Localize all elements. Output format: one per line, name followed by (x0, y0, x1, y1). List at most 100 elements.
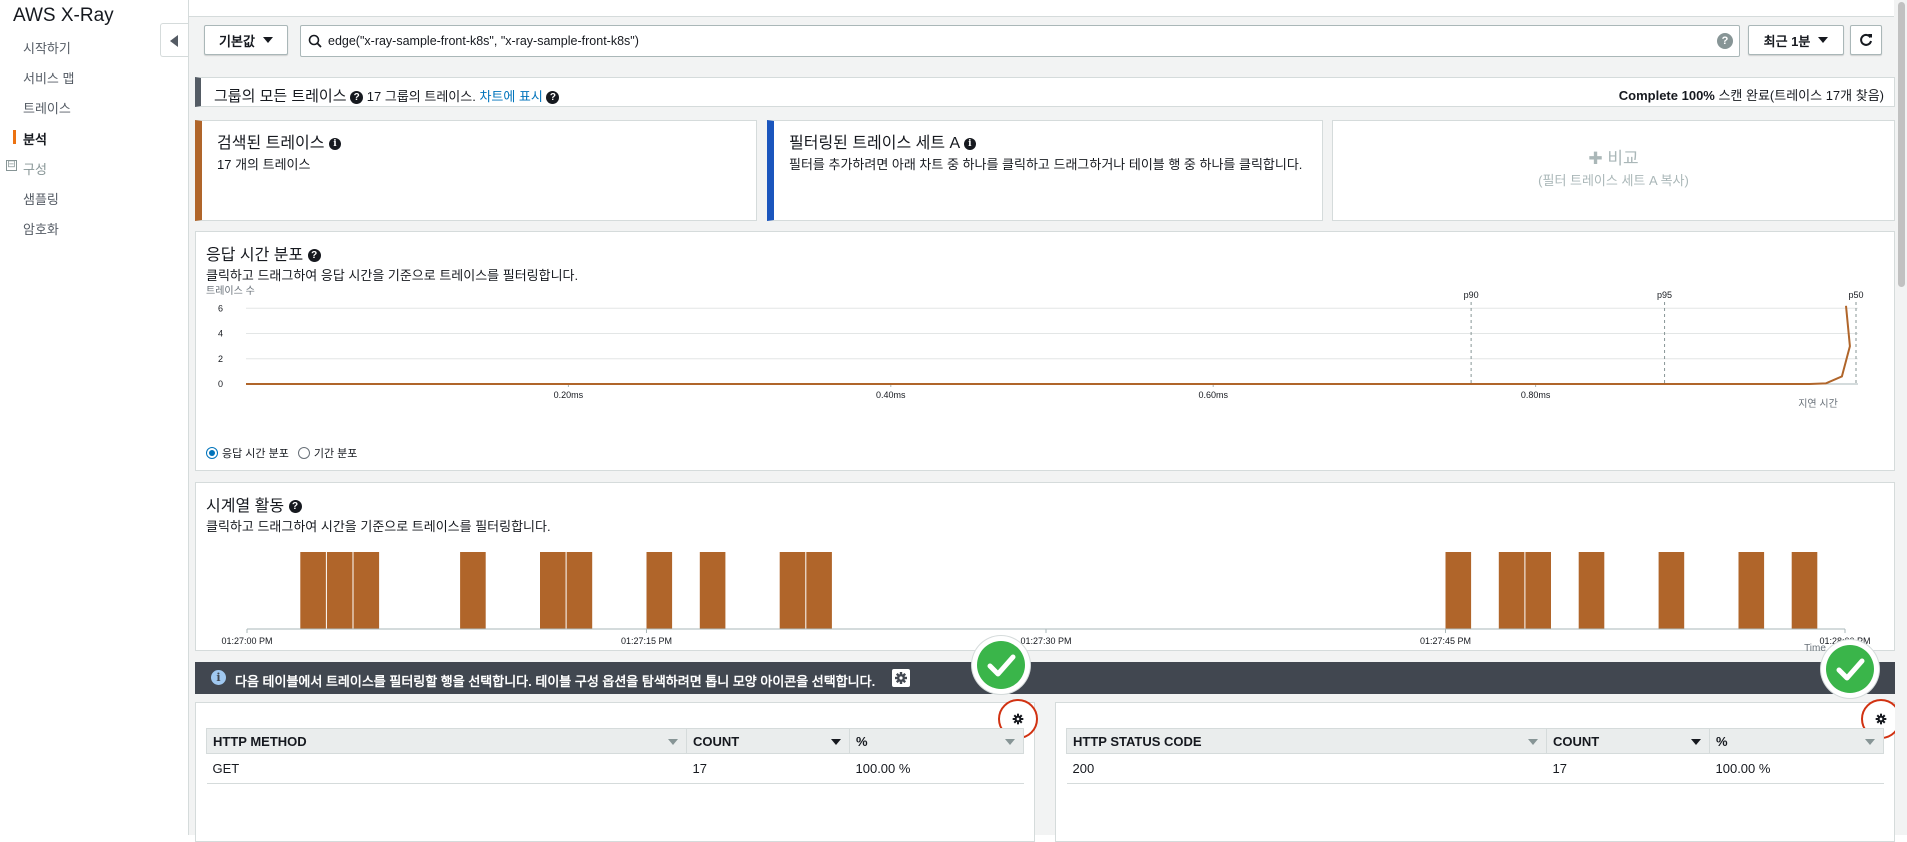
trace-group-status-bar: 그룹의 모든 트레이스 ? 17 그룹의 트레이스. 차트에 표시 ? Comp… (195, 77, 1895, 107)
y-tick-label: 0 (218, 379, 223, 389)
time-series-title: 시계열 활동 (206, 498, 285, 515)
activity-bar (1525, 552, 1551, 629)
group-select-label: 기본값 (219, 33, 255, 49)
column-header-label: COUNT (693, 733, 740, 749)
scrollbar-thumb[interactable] (1898, 2, 1905, 287)
filtered-traces-help: 필터를 추가하려면 아래 차트 중 하나를 클릭하고 드래그하거나 테이블 행 … (789, 157, 1303, 172)
percentile-marker-label: p95 (1657, 290, 1672, 300)
percentile-marker-label: p90 (1464, 290, 1479, 300)
cell-http-method: GET (206, 753, 687, 784)
sidebar-item-service-map[interactable]: 서비스 맵 (23, 68, 74, 87)
cell-percent: 100.00 % (1709, 753, 1884, 784)
check-icon (1821, 640, 1879, 698)
activity-bar (353, 552, 380, 629)
radio-response-time[interactable] (206, 447, 218, 459)
filtered-traces-card[interactable]: 필터링된 트레이스 세트 A i 필터를 추가하려면 아래 차트 중 하나를 클… (767, 120, 1323, 221)
column-header-http-method[interactable]: HTTP METHOD (206, 728, 687, 754)
time-series-activity-panel: 시계열 활동 ? 클릭하고 드래그하여 시간을 기준으로 트레이스를 필터링합니… (195, 482, 1895, 653)
cell-count: 17 (686, 753, 850, 784)
refresh-icon (1860, 33, 1872, 46)
help-icon[interactable]: ? (350, 91, 364, 105)
section-title: 시계열 활동 ? (206, 492, 302, 516)
sidebar-item-traces[interactable]: 트레이스 (23, 98, 71, 117)
series-line (246, 305, 1851, 385)
time-series-chart[interactable]: 01:27:00 PM 01:27:15 PM 01:27:30 PM 01:27:4… (196, 533, 1894, 653)
http-method-table: HTTP METHOD COUNT % GET 17 100.00 % (206, 728, 1024, 784)
cell-percent: 100.00 % (849, 753, 1024, 784)
help-icon[interactable]: ? (1717, 33, 1733, 49)
table-info-text: 다음 테이블에서 트레이스를 필터링할 행을 선택합니다. 테이블 구성 옵션을… (235, 674, 876, 689)
column-header-label: % (1716, 733, 1728, 749)
sort-icon (1005, 739, 1015, 745)
help-icon[interactable]: ? (307, 249, 321, 263)
scan-complete-detail: 스캔 완료(트레이스 17개 찾음) (1714, 88, 1884, 103)
page-scrollbar[interactable] (1895, 0, 1907, 835)
group-select-button[interactable]: 기본값 (204, 25, 288, 55)
y-tick-label: 6 (218, 303, 223, 313)
sidebar-item-analytics[interactable]: 분석 (23, 129, 47, 148)
sidebar-group-configuration[interactable]: 구성 (23, 159, 47, 178)
x-tick-label: 01:27:30 PM (1020, 636, 1071, 646)
activity-bar (1445, 552, 1472, 629)
radio-duration[interactable] (297, 447, 310, 459)
filter-expression-text: edge("x-ray-sample-front-k8s", "x-ray-sa… (328, 34, 639, 48)
activity-bar (1791, 552, 1818, 629)
activity-bar (1498, 552, 1525, 629)
y-tick-label: 4 (218, 329, 223, 339)
filter-expression-input[interactable]: edge("x-ray-sample-front-k8s", "x-ray-sa… (300, 25, 1740, 57)
response-time-chart[interactable]: 트레이스 수 0 2 4 6 0.20ms 0.40ms 0.60ms 0.80ms p90 p95… (196, 284, 1894, 454)
refresh-button[interactable] (1850, 25, 1882, 55)
column-header-percent[interactable]: % (1709, 728, 1884, 754)
help-icon[interactable]: ? (288, 500, 302, 514)
retrieved-traces-count: 17 개의 트레이스 (217, 157, 311, 172)
sidebar: AWS X-Ray 시작하기 서비스 맵 트레이스 분석 ⊟ 구성 샘플링 암호… (0, 0, 188, 835)
table-row[interactable]: GET 17 100.00 % (206, 753, 1024, 784)
activity-bar (699, 552, 726, 629)
x-tick-label: 01:27:15 PM (621, 636, 672, 646)
retrieved-traces-title: 검색된 트레이스 (217, 135, 325, 152)
x-tick-label: 01:27:00 PM (221, 636, 272, 646)
column-header-label: COUNT (1553, 733, 1600, 749)
table-row[interactable]: 200 17 100.00 % (1066, 753, 1884, 784)
info-icon[interactable]: i (328, 137, 341, 150)
gear-icon (1012, 713, 1024, 725)
y-tick-label: 2 (218, 354, 223, 364)
x-tick-label: 0.80ms (1521, 390, 1551, 400)
cell-count: 17 (1546, 753, 1710, 784)
collapse-group-icon[interactable]: ⊟ (6, 160, 17, 171)
column-header-http-status-code[interactable]: HTTP STATUS CODE (1066, 728, 1547, 754)
info-icon: i (211, 670, 226, 685)
gear-icon (1875, 713, 1887, 725)
collapse-sidebar-button[interactable] (160, 23, 188, 57)
show-on-chart-link[interactable]: 차트에 표시 (479, 89, 542, 104)
http-status-table-panel: HTTP STATUS CODE COUNT % 200 17 100.00 % (1055, 699, 1901, 842)
compare-sublabel: (필터 트레이스 세트 A 복사) (1538, 173, 1689, 188)
activity-bar (1738, 552, 1765, 629)
column-header-count[interactable]: COUNT (1546, 728, 1710, 754)
card-title: 검색된 트레이스 i (217, 129, 341, 153)
top-strip (189, 0, 1894, 17)
caret-down-icon (262, 37, 273, 43)
app-title: AWS X-Ray (13, 5, 114, 26)
help-icon[interactable]: ? (546, 91, 560, 105)
time-range-button[interactable]: 최근 1분 (1748, 25, 1844, 55)
sidebar-item-encryption[interactable]: 암호화 (23, 219, 59, 238)
chevron-left-icon (170, 35, 178, 47)
x-tick-label: 0.60ms (1198, 390, 1228, 400)
scan-complete-label: Complete 100% (1618, 88, 1715, 103)
cell-http-status-code: 200 (1066, 753, 1547, 784)
activity-bar (779, 552, 806, 629)
response-time-title: 응답 시간 분포 (206, 247, 304, 264)
sort-icon (831, 739, 841, 745)
x-tick-label: 0.40ms (876, 390, 906, 400)
column-header-label: HTTP METHOD (213, 733, 307, 749)
sidebar-item-sampling[interactable]: 샘플링 (23, 189, 59, 208)
activity-bar (300, 552, 326, 629)
sidebar-item-getting-started[interactable]: 시작하기 (23, 38, 71, 57)
http-method-table-panel: HTTP METHOD COUNT % GET 17 100.00 % (195, 699, 1038, 842)
column-header-percent[interactable]: % (849, 728, 1024, 754)
compare-card[interactable]: ✚ 비교 (필터 트레이스 세트 A 복사) (1332, 120, 1895, 221)
info-icon[interactable]: i (963, 137, 976, 150)
retrieved-traces-card[interactable]: 검색된 트레이스 i 17 개의 트레이스 (195, 120, 757, 221)
column-header-count[interactable]: COUNT (686, 728, 850, 754)
